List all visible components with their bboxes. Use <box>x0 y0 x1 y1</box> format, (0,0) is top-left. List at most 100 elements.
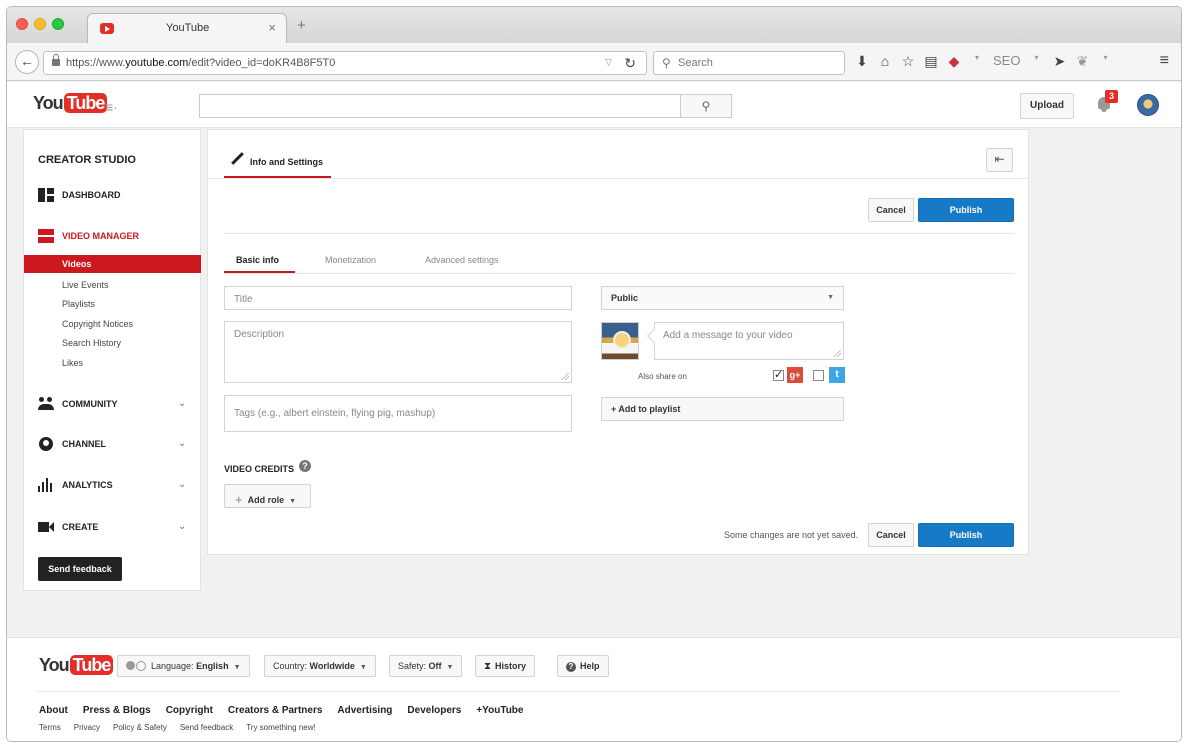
url-dropdown-icon[interactable]: ▽ <box>605 57 612 68</box>
new-tab-icon[interactable]: + <box>297 17 306 34</box>
analytics-icon <box>38 478 54 492</box>
footer-link-about[interactable]: About <box>39 705 68 716</box>
close-window-button[interactable] <box>16 18 28 30</box>
description-textarea[interactable]: Description <box>224 321 572 383</box>
back-arrow-button[interactable]: ⇤ <box>986 148 1013 172</box>
footer-link-send-feedback[interactable]: Send feedback <box>180 723 233 732</box>
cancel-button-bottom[interactable]: Cancel <box>868 523 914 547</box>
sidebar-item-community[interactable]: COMMUNITY <box>38 397 118 411</box>
seo-extension-icon[interactable]: SEO <box>993 53 1020 70</box>
footer-link-terms[interactable]: Terms <box>39 723 61 732</box>
sidebar-item-likes[interactable]: Likes <box>24 354 201 372</box>
footer-link-advertising[interactable]: Advertising <box>337 705 392 716</box>
home-icon[interactable]: ⌂ <box>878 53 892 70</box>
tab-bar: YouTube × + <box>7 7 1181 43</box>
footer-link-policy-safety[interactable]: Policy & Safety <box>113 723 167 732</box>
footer-link-creators-partners[interactable]: Creators & Partners <box>228 705 322 716</box>
tab-basic-info[interactable]: Basic info <box>236 255 279 265</box>
chevron-down-icon[interactable]: ⌄ <box>178 398 186 409</box>
sidebar-item-copyright-notices[interactable]: Copyright Notices <box>24 315 201 333</box>
extension-leaf-icon[interactable]: ❦ <box>1075 53 1089 70</box>
browser-search-input[interactable]: ⚲ Search <box>653 51 845 75</box>
extension-ufo-icon[interactable]: ◆ <box>947 53 961 70</box>
toolbar-icons: ⬇ ⌂ ☆ ▤ ◆ ▾ SEO ▾ ➤ ❦ ▾ <box>855 53 1112 70</box>
url-bar[interactable]: https://www.youtube.com/edit?video_id=do… <box>43 51 647 75</box>
reload-icon[interactable]: ↻ <box>624 55 636 72</box>
bookmark-star-icon[interactable]: ☆ <box>901 53 915 70</box>
send-feedback-button[interactable]: Send feedback <box>38 557 122 581</box>
sidebar-item-dashboard[interactable]: DASHBOARD <box>38 188 121 202</box>
guide-menu-icon[interactable]: ≡· <box>105 99 118 115</box>
publish-button[interactable]: Publish <box>918 198 1014 222</box>
download-icon[interactable]: ⬇ <box>855 53 869 70</box>
add-to-playlist-button[interactable]: + Add to playlist <box>601 397 844 421</box>
extension-leaf-dropdown-icon[interactable]: ▾ <box>1098 53 1112 70</box>
youtube-search-button[interactable]: ⚲ <box>680 94 732 118</box>
sidebar-item-video-manager[interactable]: VIDEO MANAGER <box>38 229 139 243</box>
sidebar-item-search-history[interactable]: Search History <box>24 334 201 352</box>
footer-link-developers[interactable]: Developers <box>407 705 461 716</box>
send-icon[interactable]: ➤ <box>1052 53 1066 70</box>
tab-close-icon[interactable]: × <box>268 20 276 35</box>
zoom-window-button[interactable] <box>52 18 64 30</box>
avatar[interactable] <box>1137 94 1159 116</box>
upload-button[interactable]: Upload <box>1020 93 1074 119</box>
minimize-window-button[interactable] <box>34 18 46 30</box>
footer-link-copyright[interactable]: Copyright <box>166 705 213 716</box>
youtube-search-input[interactable] <box>199 94 681 118</box>
help-button[interactable]: ? Help <box>557 655 609 677</box>
chevron-down-icon[interactable]: ⌄ <box>178 521 186 532</box>
youtube-logo[interactable]: You Tube <box>33 93 108 114</box>
tab-advanced-settings[interactable]: Advanced settings <box>425 255 499 265</box>
chevron-down-icon[interactable]: ⌄ <box>178 438 186 449</box>
chevron-down-icon[interactable]: ⌄ <box>178 479 186 490</box>
share-message-input[interactable]: Add a message to your video <box>654 322 844 360</box>
sidebar-item-playlists[interactable]: Playlists <box>24 295 201 313</box>
add-role-button[interactable]: + Add role ▼ <box>224 484 311 508</box>
safety-mode-button[interactable]: Safety: Off ▼ <box>389 655 463 677</box>
share-googleplus-checkbox[interactable] <box>773 368 784 381</box>
sidebar-item-videos[interactable]: Videos <box>24 255 201 273</box>
tags-input[interactable]: Tags (e.g., albert einstein, flying pig,… <box>224 395 572 432</box>
search-icon: ⚲ <box>662 56 671 70</box>
footer-link-try-something-new[interactable]: Try something new! <box>246 723 316 732</box>
hamburger-menu-icon[interactable]: ≡ <box>1160 52 1169 70</box>
tab-monetization[interactable]: Monetization <box>325 255 376 265</box>
country-picker-button[interactable]: Country: Worldwide ▼ <box>264 655 376 677</box>
privacy-select[interactable]: Public ▼ <box>601 286 844 310</box>
create-camera-icon <box>38 520 54 534</box>
resize-grip-icon[interactable] <box>562 373 569 380</box>
notification-badge: 3 <box>1105 90 1118 103</box>
creator-studio-sidebar: CREATOR STUDIO DASHBOARD VIDEO MANAGER V… <box>23 129 201 591</box>
sidebar-item-analytics[interactable]: ANALYTICS <box>38 478 113 492</box>
footer-youtube-logo[interactable]: You Tube <box>39 655 114 676</box>
sidebar-item-channel[interactable]: CHANNEL <box>38 437 106 451</box>
footer-secondary-links: Terms Privacy Policy & Safety Send feedb… <box>39 723 316 732</box>
caret-down-icon: ▼ <box>289 498 297 505</box>
googleplus-icon: g+ <box>787 367 803 383</box>
tab-divider <box>208 178 1028 179</box>
footer-link-privacy[interactable]: Privacy <box>74 723 100 732</box>
cancel-button[interactable]: Cancel <box>868 198 914 222</box>
language-picker-button[interactable]: Language: English ▼ <box>117 655 250 677</box>
extension-dropdown-icon[interactable]: ▾ <box>970 53 984 70</box>
sidebar-item-live-events[interactable]: Live Events <box>24 276 201 294</box>
tab-info-and-settings[interactable]: Info and Settings <box>250 157 323 167</box>
sidebar-item-create[interactable]: CREATE <box>38 520 98 534</box>
share-twitter-checkbox[interactable] <box>813 370 824 381</box>
youtube-footer: You Tube Language: English ▼ Country: Worl… <box>7 637 1181 741</box>
also-share-label: Also share on <box>638 372 687 381</box>
footer-link-plus-youtube[interactable]: +YouTube <box>476 705 523 716</box>
back-arrow-icon[interactable]: ← <box>15 50 39 74</box>
reader-icon[interactable]: ▤ <box>924 53 938 70</box>
publish-button-bottom[interactable]: Publish <box>918 523 1014 547</box>
channel-icon <box>38 437 54 451</box>
browser-tab[interactable]: YouTube × <box>87 13 287 43</box>
resize-grip-icon[interactable] <box>834 350 841 357</box>
history-button[interactable]: ⧗ History <box>475 655 536 677</box>
active-subtab-indicator <box>224 271 295 273</box>
title-input[interactable]: Title <box>224 286 572 310</box>
help-icon[interactable]: ? <box>299 460 311 472</box>
footer-link-press-blogs[interactable]: Press & Blogs <box>83 705 151 716</box>
seo-dropdown-icon[interactable]: ▾ <box>1029 53 1043 70</box>
